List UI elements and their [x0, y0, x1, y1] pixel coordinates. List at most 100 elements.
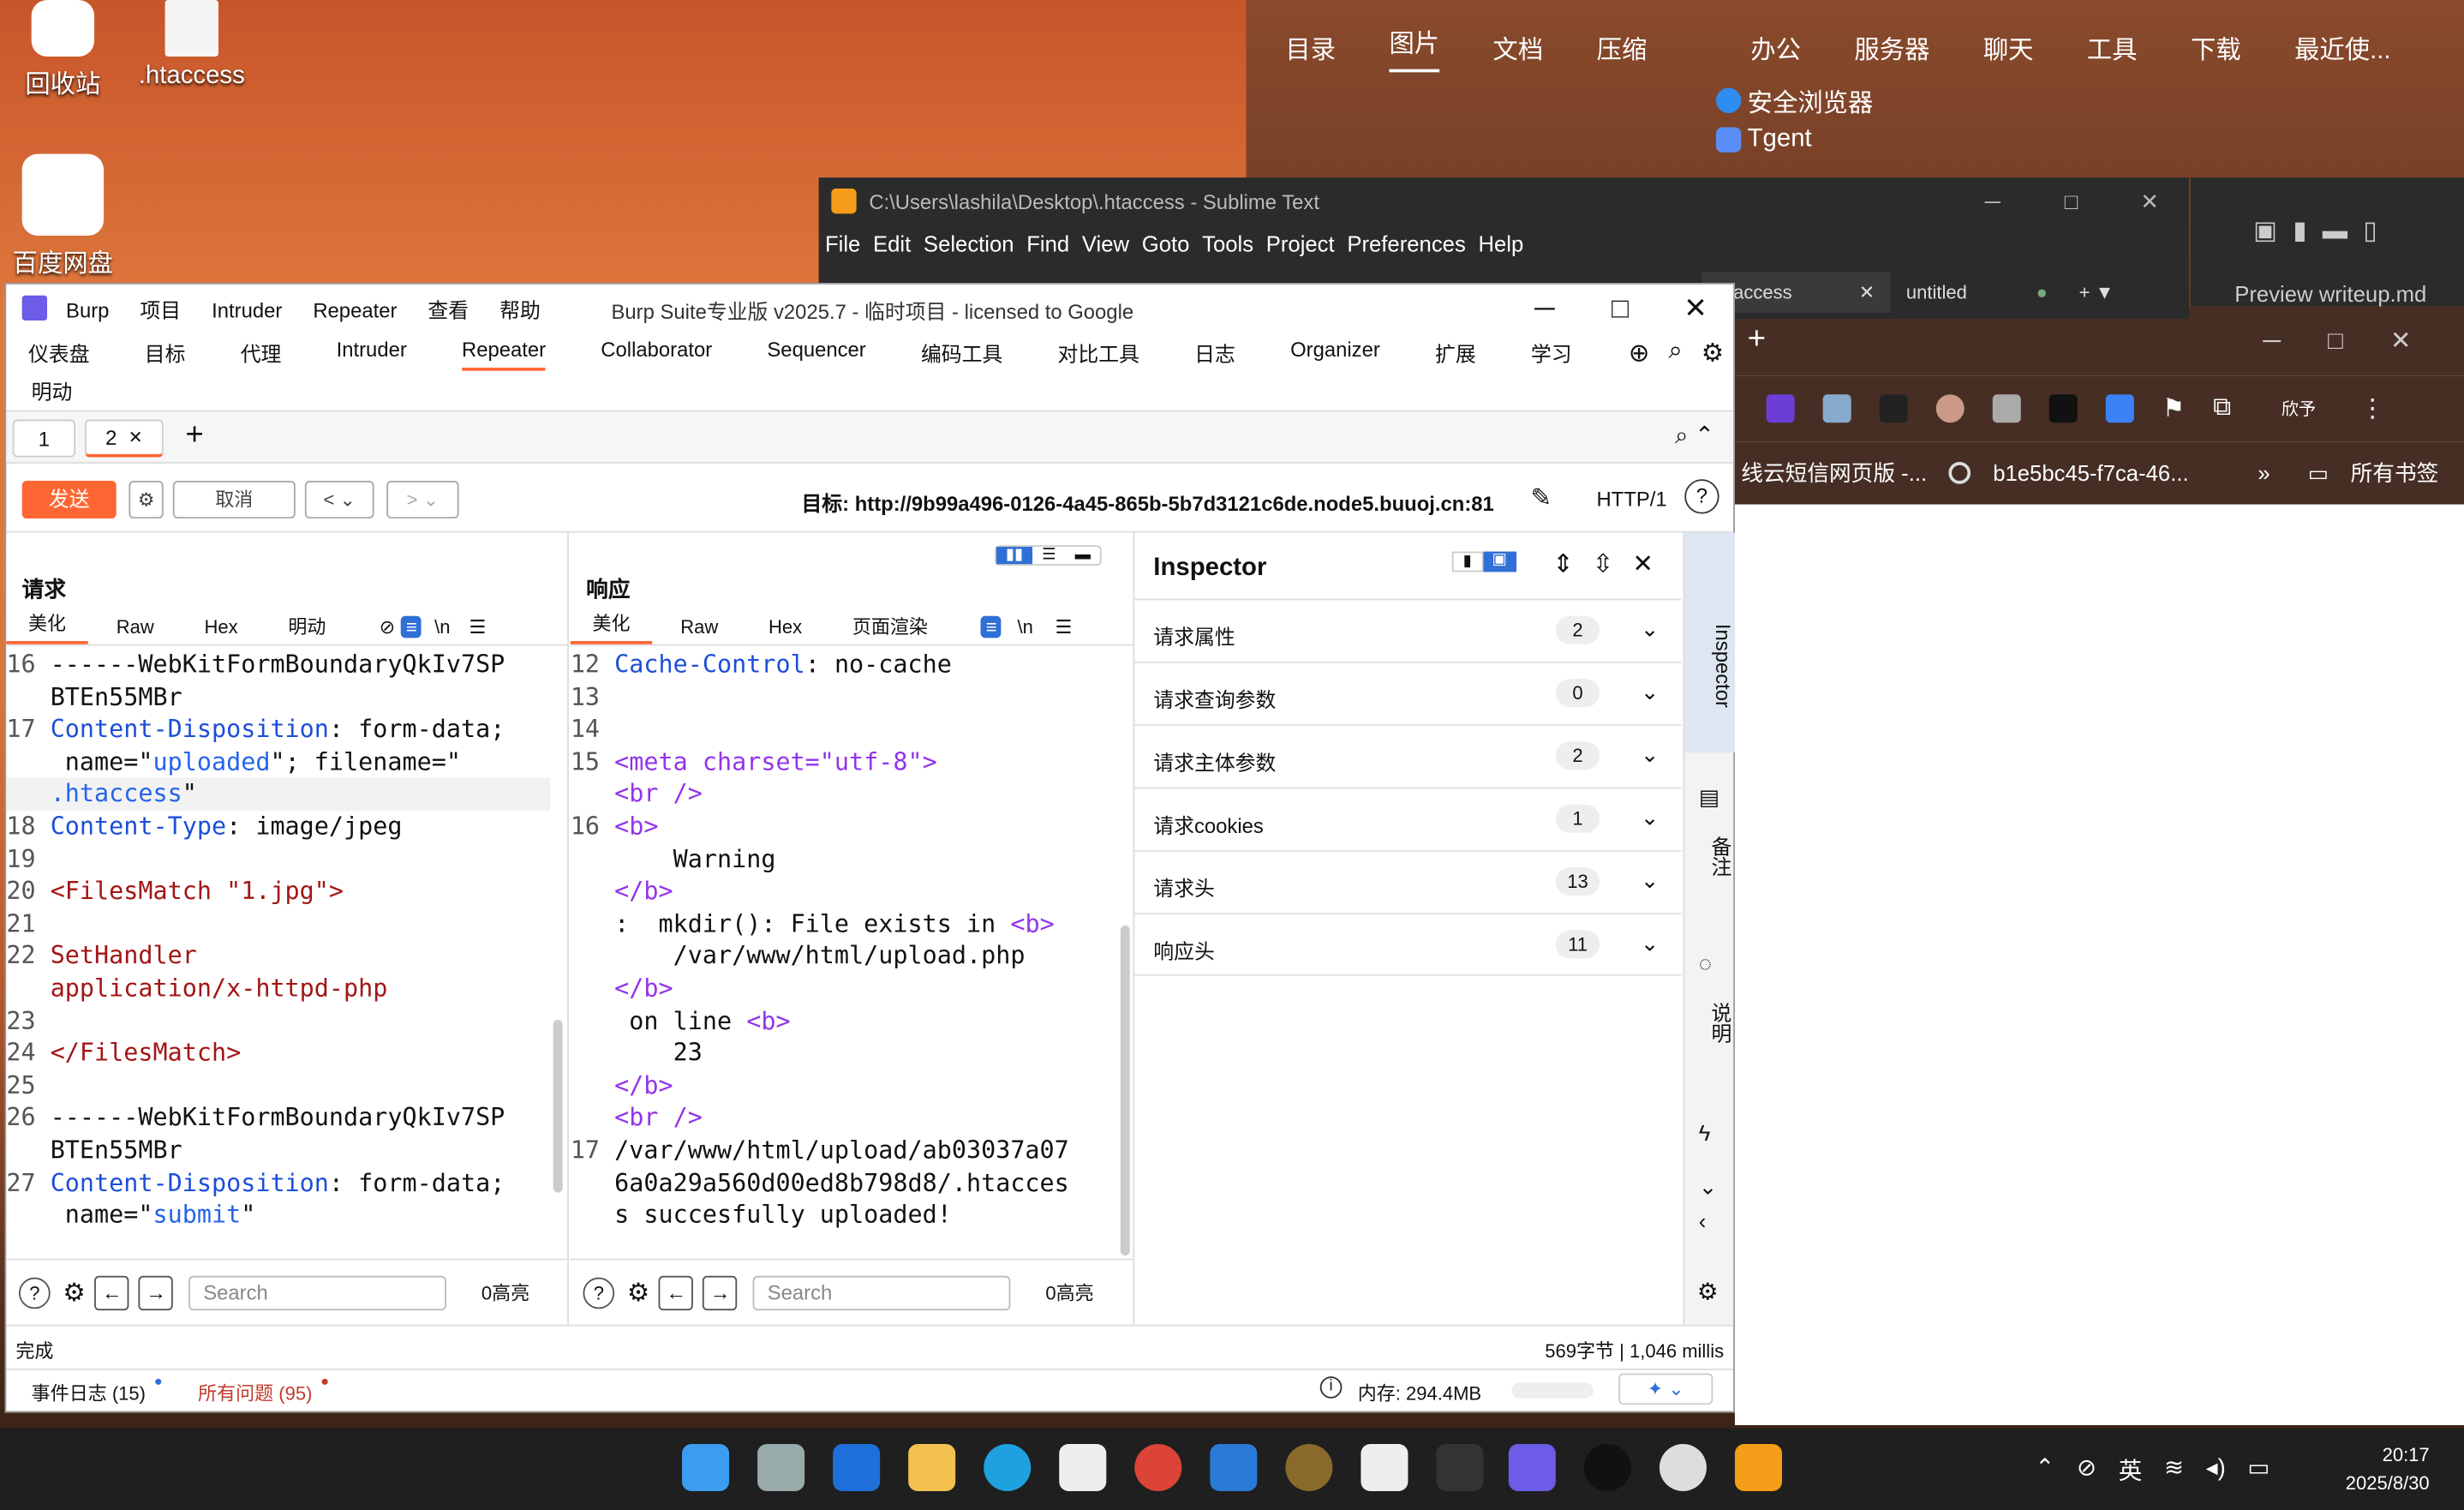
extension-icon[interactable]: [1879, 394, 1908, 423]
task-view-icon[interactable]: [757, 1443, 805, 1491]
menu-help[interactable]: 帮助: [499, 297, 541, 321]
tab-dashboard[interactable]: 仪表盘: [28, 338, 90, 371]
newline-icon[interactable]: \n: [422, 615, 463, 638]
menu-file[interactable]: File: [825, 231, 860, 256]
send-button[interactable]: 发送: [21, 481, 117, 519]
expand-all-icon[interactable]: ⇕: [1552, 552, 1593, 578]
tab-proxy[interactable]: 代理: [241, 338, 282, 371]
help-icon[interactable]: ?: [583, 1276, 615, 1309]
tab-sequencer[interactable]: Sequencer: [767, 338, 865, 371]
extension-icon[interactable]: [1822, 394, 1851, 423]
chevron-down-icon[interactable]: ⌄: [1641, 616, 1660, 643]
extension-icon[interactable]: [2048, 394, 2078, 423]
more-bookmarks-icon[interactable]: »: [2258, 460, 2270, 485]
tray-app-icon[interactable]: ⊘: [2077, 1453, 2096, 1487]
extension-icon[interactable]: [1992, 394, 2021, 423]
tab-logger[interactable]: 日志: [1194, 338, 1235, 371]
layout-right-icon[interactable]: ▣: [1482, 551, 1516, 572]
tab-extensions[interactable]: 扩展: [1435, 338, 1476, 371]
inspector-layout-toggle[interactable]: ▮ ▣: [1451, 551, 1516, 572]
extension-icon[interactable]: [2105, 394, 2134, 423]
app-link-safe-browser[interactable]: 安全浏览器: [1715, 81, 1873, 119]
target-url[interactable]: 目标: http://9b99a496-0126-4a45-865b-5b7d3…: [801, 487, 1493, 517]
cancel-button[interactable]: 取消: [172, 481, 296, 519]
prev-match-button[interactable]: ←: [659, 1274, 694, 1310]
nav-item[interactable]: 最近使...: [2294, 28, 2391, 66]
layout-stack-icon[interactable]: ☰: [1032, 547, 1065, 564]
menu-view[interactable]: View: [1082, 231, 1129, 256]
request-tab-pretty[interactable]: 美化: [6, 608, 88, 644]
response-tab-render[interactable]: 页面渲染: [824, 613, 950, 639]
qq-icon[interactable]: [1583, 1443, 1631, 1491]
start-icon[interactable]: [682, 1443, 730, 1491]
clock[interactable]: 20:17 2025/8/30: [2346, 1441, 2430, 1497]
search-icon[interactable]: ⌕ ⌃: [1675, 421, 1714, 449]
response-search-input[interactable]: Search: [753, 1274, 1012, 1310]
minimize-icon[interactable]: ─: [1507, 285, 1582, 332]
sidebar-tab-explain[interactable]: 说明: [1684, 992, 1735, 1054]
http-version-selector[interactable]: HTTP/1: [1597, 487, 1667, 511]
gear-icon[interactable]: ⚙: [627, 1277, 649, 1309]
close-icon[interactable]: ✕: [2110, 177, 2189, 225]
nav-item[interactable]: 聊天: [1983, 28, 2034, 66]
chevron-up-icon[interactable]: ⌃: [2035, 1453, 2054, 1487]
menu-edit[interactable]: Edit: [873, 231, 911, 256]
maximize-icon[interactable]: □: [1582, 285, 1658, 332]
layout-single-icon[interactable]: ▬: [1066, 547, 1100, 564]
inspector-row[interactable]: 请求头 13 ⌄: [1134, 849, 1682, 913]
inspector-row[interactable]: 请求查询参数 0 ⌄: [1134, 661, 1682, 724]
extension-icon[interactable]: [1935, 394, 1965, 423]
vscode-icon[interactable]: [1210, 1443, 1258, 1491]
tab-organizer[interactable]: Organizer: [1290, 338, 1380, 371]
profile-label[interactable]: 欣予: [2282, 396, 2316, 421]
layout-left-icon[interactable]: ▮: [1451, 551, 1483, 572]
menu-intruder[interactable]: Intruder: [212, 297, 282, 321]
help-icon[interactable]: ?: [1684, 479, 1719, 514]
response-scrollbar[interactable]: [1120, 925, 1130, 1255]
add-tab-icon[interactable]: +: [185, 418, 203, 454]
newline-icon[interactable]: \n: [1002, 615, 1049, 638]
response-tab-raw[interactable]: Raw: [652, 615, 740, 638]
sidebar-tab-inspector[interactable]: Inspector: [1684, 596, 1735, 737]
request-editor[interactable]: 16 ------WebKitFormBoundaryQkIv7SP BTEn55…: [6, 649, 550, 1258]
lightning-icon[interactable]: ϟ: [1699, 1120, 1711, 1145]
next-match-button[interactable]: →: [139, 1274, 174, 1310]
layout-toggle[interactable]: ▮▮ ☰ ▬: [995, 545, 1102, 566]
all-bookmarks[interactable]: 所有书签: [2351, 458, 2439, 489]
edit-pencil-icon[interactable]: ✎: [1531, 482, 1552, 514]
terminal-icon[interactable]: [1436, 1443, 1484, 1491]
search-icon[interactable]: ⌕: [1668, 338, 1682, 369]
nav-item[interactable]: 工具: [2087, 28, 2138, 66]
wrap-icon[interactable]: ≡: [401, 614, 422, 638]
gear-icon[interactable]: ⚙: [1701, 338, 1724, 369]
tab-intruder[interactable]: Intruder: [337, 338, 407, 371]
nav-item[interactable]: 文档: [1493, 28, 1544, 66]
prev-match-button[interactable]: ←: [94, 1274, 130, 1310]
repeater-tab-1[interactable]: 1: [12, 419, 76, 458]
tab-repeater[interactable]: Repeater: [461, 338, 547, 371]
desktop-icon-baidu-netdisk[interactable]: 百度网盘: [0, 153, 126, 280]
help-icon[interactable]: ?: [19, 1276, 51, 1309]
issues-link[interactable]: 所有问题 (95): [198, 1380, 312, 1406]
layout-split-icon[interactable]: ▮▮: [996, 547, 1033, 565]
chevron-down-icon[interactable]: ⌄: [1641, 805, 1660, 831]
chevron-down-icon[interactable]: ⌄: [1641, 867, 1660, 894]
edge-icon[interactable]: [984, 1443, 1032, 1491]
tab-comparer[interactable]: 对比工具: [1058, 338, 1139, 371]
menu-tools[interactable]: Tools: [1202, 231, 1253, 256]
close-icon[interactable]: ✕: [129, 428, 143, 448]
preview-tab[interactable]: Preview writeup.md: [2234, 281, 2426, 306]
info-icon[interactable]: i: [1319, 1376, 1343, 1399]
puzzle-icon[interactable]: ⧉: [2213, 394, 2231, 422]
globe-icon[interactable]: ⊕: [1629, 338, 1650, 369]
inspector-row[interactable]: 请求主体参数 2 ⌄: [1134, 724, 1682, 787]
desktop-icon-htaccess[interactable]: .htaccess: [129, 0, 254, 91]
inspector-row[interactable]: 响应头 11 ⌄: [1134, 913, 1682, 976]
tab-target[interactable]: 目标: [145, 338, 186, 371]
close-icon[interactable]: ✕: [1859, 281, 1875, 303]
inspector-row[interactable]: 请求cookies 1 ⌄: [1134, 787, 1682, 850]
extension-icon[interactable]: [1766, 394, 1795, 423]
menu-selection[interactable]: Selection: [924, 231, 1014, 256]
bookmark-item[interactable]: b1e5bc45-f7ca-46...: [1993, 460, 2188, 485]
wifi-icon[interactable]: ≋: [2164, 1453, 2184, 1487]
